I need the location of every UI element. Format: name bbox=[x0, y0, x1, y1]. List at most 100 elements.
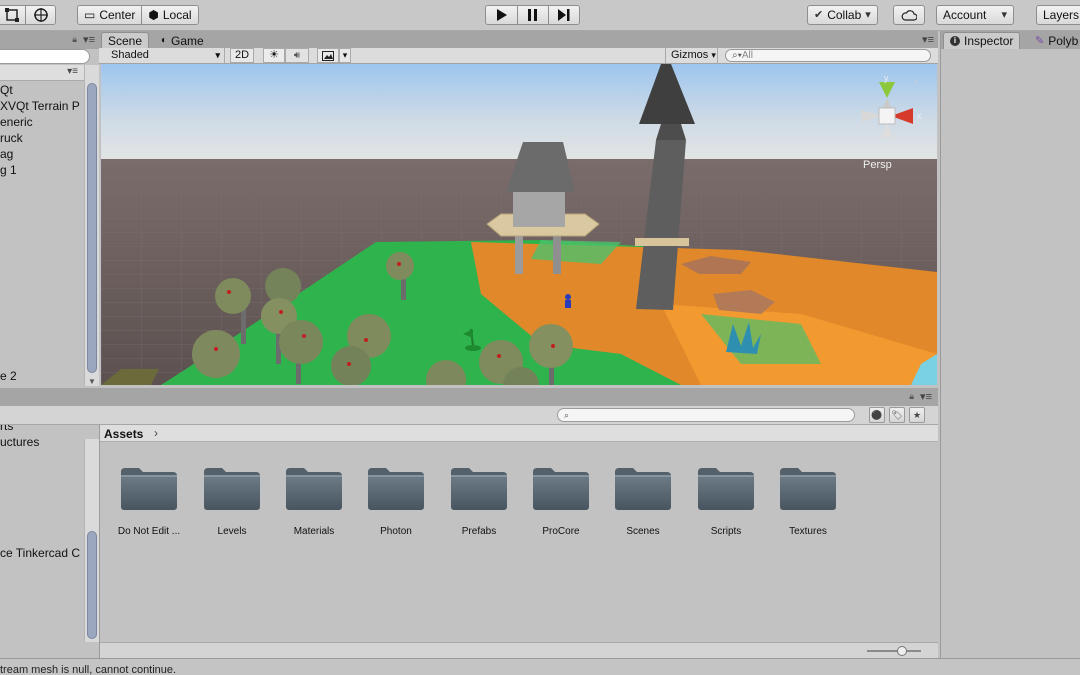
hierarchy-item[interactable]: eneric bbox=[0, 115, 33, 129]
hierarchy-item[interactable]: g 1 bbox=[0, 163, 17, 177]
project-sidebar-scrollbar[interactable] bbox=[84, 439, 99, 642]
folder-icon bbox=[286, 468, 342, 510]
inspector-tabbar: i Inspector ✎ Polyb bbox=[941, 31, 1080, 49]
cloud-button[interactable] bbox=[893, 5, 925, 25]
account-dropdown[interactable]: Account ▾ bbox=[936, 5, 1014, 25]
collab-dropdown[interactable]: ✔ Collab ▾ bbox=[807, 5, 878, 25]
pivot-toggles: ▭ Center ⬢ Local bbox=[77, 5, 199, 25]
asset-folder[interactable]: Do Not Edit ... bbox=[109, 466, 189, 546]
play-button[interactable] bbox=[486, 6, 517, 24]
folder-icon bbox=[204, 468, 260, 510]
hierarchy-item[interactable]: ruck bbox=[0, 131, 23, 145]
asset-folder-label: Materials bbox=[293, 526, 335, 537]
pivot-center-button[interactable]: ▭ Center bbox=[78, 6, 142, 24]
projection-label[interactable]: Persp bbox=[863, 159, 892, 171]
project-toolbar: ⌕ ⚫ 🏷︎ ★ bbox=[0, 406, 938, 425]
audio-toggle-icon[interactable]: 🔊︎ bbox=[285, 48, 309, 63]
hierarchy-item[interactable]: XVQt Terrain P bbox=[0, 99, 80, 113]
scene-viewport[interactable]: y x Persp ▫ bbox=[101, 64, 937, 385]
project-folder-item[interactable]: rts bbox=[0, 425, 13, 433]
folder-icon bbox=[121, 468, 177, 510]
project-sidebar-thumb[interactable] bbox=[87, 531, 97, 639]
transform-tool-icon[interactable] bbox=[25, 6, 55, 24]
project-folder-item[interactable]: uctures bbox=[0, 435, 39, 449]
hierarchy-scrollbar[interactable]: ▼ bbox=[84, 65, 99, 386]
pivot-local-button[interactable]: ⬢ Local bbox=[141, 6, 198, 24]
asset-folder-label: Scenes bbox=[626, 526, 660, 537]
hierarchy-item[interactable]: e 2 bbox=[0, 369, 17, 383]
panel-menu-icon[interactable]: ▾≡ bbox=[83, 33, 95, 46]
folder-icon bbox=[451, 468, 507, 510]
scroll-down-icon[interactable]: ▼ bbox=[88, 377, 96, 386]
tab-scene[interactable]: Scene bbox=[101, 32, 150, 49]
asset-folder[interactable]: ProCore bbox=[521, 466, 601, 546]
cloud-icon bbox=[901, 9, 917, 21]
chevron-down-icon[interactable]: ▾ bbox=[339, 48, 351, 63]
folder-icon bbox=[533, 468, 589, 510]
gizmo-lock-icon[interactable]: ▫ bbox=[915, 76, 918, 86]
effects-toggle-icon[interactable] bbox=[317, 48, 339, 63]
hierarchy-scroll-thumb[interactable] bbox=[87, 83, 97, 373]
icon-size-slider[interactable] bbox=[867, 650, 921, 652]
step-icon bbox=[558, 9, 570, 21]
icon-size-slider-knob[interactable] bbox=[897, 646, 907, 656]
chevron-down-icon: ▾ bbox=[215, 50, 220, 60]
tab-polybrush[interactable]: ✎ Polyb bbox=[1029, 32, 1080, 49]
axis-y-label: y bbox=[884, 73, 889, 83]
asset-folder[interactable]: Levels bbox=[192, 466, 272, 546]
breadcrumb-assets[interactable]: Assets bbox=[104, 427, 143, 441]
asset-folder-label: Photon bbox=[380, 526, 412, 537]
project-search-input[interactable]: ⌕ bbox=[557, 408, 855, 422]
main-toolbar: ▭ Center ⬢ Local ✔ Collab ▾ Account ▾ Laye… bbox=[0, 0, 1080, 31]
transform-tools bbox=[0, 5, 56, 25]
hierarchy-item[interactable]: Qt bbox=[0, 83, 13, 97]
lock-icon[interactable]: 🔒︎ bbox=[909, 391, 914, 402]
asset-folder-label: ProCore bbox=[542, 526, 580, 537]
asset-folder[interactable]: Scenes bbox=[603, 466, 683, 546]
chevron-down-icon: ▾ bbox=[711, 50, 716, 60]
asset-folder[interactable]: Photon bbox=[356, 466, 436, 546]
hierarchy-panel: 🔒︎ ▾≡ ▾≡ Qt XVQt Terrain P eneric ruck a… bbox=[0, 31, 99, 386]
game-icon: ◐ bbox=[161, 34, 168, 46]
asset-folder[interactable]: Scripts bbox=[686, 466, 766, 546]
shading-mode-dropdown[interactable]: Shaded ▾ bbox=[105, 48, 225, 63]
asset-folder[interactable]: Textures bbox=[768, 466, 848, 546]
folder-icon bbox=[368, 468, 424, 510]
panel-menu-icon[interactable]: ▾≡ bbox=[922, 33, 934, 46]
scene-tabbar: Scene ◐ Game ▾≡ bbox=[99, 31, 938, 49]
axis-x-label: x bbox=[917, 111, 922, 121]
filter-label-icon[interactable]: 🏷︎ bbox=[889, 407, 905, 423]
status-message[interactable]: tream mesh is null, cannot continue. bbox=[0, 664, 176, 675]
scene-toolbar: Shaded ▾ 2D ☀ 🔊︎ ▾ Gizmos ▾ ⌕▾All bbox=[99, 48, 938, 64]
brush-icon: ✎ bbox=[1035, 34, 1045, 47]
rect-tool-icon[interactable] bbox=[0, 6, 25, 24]
tab-game[interactable]: ◐ Game bbox=[155, 32, 210, 49]
hierarchy-menu-icon[interactable]: ▾≡ bbox=[67, 66, 78, 77]
play-icon bbox=[496, 9, 507, 21]
asset-folder[interactable]: Materials bbox=[274, 466, 354, 546]
panel-menu-icon[interactable]: ▾≡ bbox=[920, 390, 932, 403]
lighting-toggle-icon[interactable]: ☀ bbox=[263, 48, 285, 63]
tab-inspector[interactable]: i Inspector bbox=[943, 32, 1021, 49]
chevron-right-icon: › bbox=[154, 426, 158, 440]
hierarchy-search-input[interactable] bbox=[0, 49, 90, 64]
hierarchy-create-bar: ▾≡ bbox=[0, 65, 84, 81]
asset-folder[interactable]: Prefabs bbox=[439, 466, 519, 546]
asset-folder-label: Prefabs bbox=[461, 526, 497, 537]
layers-dropdown[interactable]: Layers bbox=[1036, 5, 1080, 25]
lock-icon[interactable]: 🔒︎ bbox=[72, 34, 77, 45]
hierarchy-item[interactable]: ag bbox=[0, 147, 13, 161]
scene-search-input[interactable]: ⌕▾All bbox=[725, 49, 931, 62]
chevron-down-icon: ▾ bbox=[1001, 9, 1007, 21]
checkmark-icon: ✔ bbox=[814, 9, 824, 21]
asset-folder-label: Do Not Edit ... bbox=[117, 526, 181, 537]
toggle-2d-button[interactable]: 2D bbox=[230, 48, 254, 63]
gizmos-dropdown[interactable]: Gizmos ▾ bbox=[665, 48, 718, 63]
folder-icon bbox=[780, 468, 836, 510]
project-folder-item[interactable]: ce Tinkercad C bbox=[0, 546, 80, 560]
chevron-down-icon: ▾ bbox=[865, 9, 871, 21]
step-button[interactable] bbox=[548, 6, 579, 24]
favorite-star-icon[interactable]: ★ bbox=[909, 407, 925, 423]
filter-type-icon[interactable]: ⚫ bbox=[869, 407, 885, 423]
pause-button[interactable] bbox=[517, 6, 548, 24]
